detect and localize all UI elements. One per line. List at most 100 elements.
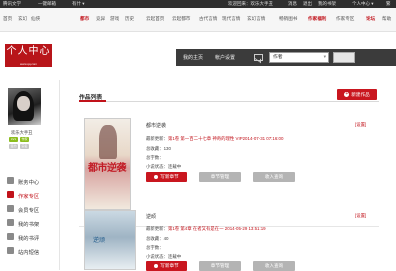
income-query-label: 收入查询 bbox=[264, 263, 284, 268]
search-type-value: 作者 bbox=[273, 55, 283, 60]
sidebar-item-label: 我的书架 bbox=[18, 222, 40, 228]
user-badges: LV1 作家 签约 实名 bbox=[8, 137, 53, 153]
total-favorites-value: 130 bbox=[163, 146, 171, 151]
nav-item-history[interactable]: 历史 bbox=[125, 16, 134, 22]
plus-icon: + bbox=[344, 91, 350, 98]
pen-icon bbox=[7, 191, 14, 198]
nav-item-help[interactable]: 帮助 bbox=[382, 16, 391, 22]
work-title[interactable]: 都市逆袭 bbox=[146, 122, 166, 129]
level-badge: LV1 bbox=[9, 137, 18, 142]
avatar-face bbox=[17, 96, 30, 111]
sidebar-item-finance[interactable]: 账务中心 bbox=[0, 175, 60, 187]
mail-icon bbox=[7, 247, 14, 254]
sidebar-item-vip[interactable]: 会员专区 bbox=[0, 203, 60, 215]
work-cover[interactable]: 都市逆袭 bbox=[84, 118, 131, 210]
nav-item-mystery[interactable]: 竞异 bbox=[96, 16, 105, 22]
total-favorites-value: 40 bbox=[163, 236, 169, 241]
sidebar-item-label: 我的书评 bbox=[18, 236, 40, 242]
nav-item-author-zone[interactable]: 作家专区 bbox=[336, 16, 354, 22]
chapter-manage-label: 章节管理 bbox=[210, 174, 230, 179]
dropdown-link[interactable]: 有什 ▾ bbox=[72, 0, 85, 8]
search-button[interactable] bbox=[333, 52, 355, 63]
pencil-icon bbox=[154, 263, 159, 268]
cover-title: 逆顽 bbox=[93, 237, 106, 244]
nav-item-bestsellers[interactable]: 畅销图书 bbox=[279, 16, 297, 22]
coin-icon bbox=[7, 177, 14, 184]
nav-item-forum[interactable]: 论坛 bbox=[366, 16, 375, 22]
vip-icon bbox=[7, 205, 14, 212]
nav-item-xianxia[interactable]: 仙侠 bbox=[31, 16, 40, 22]
nav-item-urban[interactable]: 都市 bbox=[80, 16, 89, 22]
envelope-icon[interactable] bbox=[254, 54, 263, 61]
traditional-toggle[interactable]: 繁 bbox=[386, 0, 391, 8]
work-cover[interactable]: 逆顽 bbox=[84, 210, 136, 270]
nav-item-author-benefits[interactable]: 作家福利 bbox=[308, 16, 326, 22]
work-settings-link[interactable]: [设置] bbox=[355, 213, 366, 219]
sidebar-item-author-zone[interactable]: 作家专区 bbox=[0, 189, 60, 201]
nav-item-modern-romance[interactable]: 现代言情 bbox=[222, 16, 240, 22]
verified-badge: 实名 bbox=[20, 144, 29, 149]
quick-login-link[interactable]: 一键邮箱 bbox=[38, 0, 56, 8]
nav-item-home[interactable]: 首页 bbox=[3, 16, 12, 22]
new-work-button[interactable]: + 新建作品 bbox=[337, 89, 377, 100]
header-dark-bar: 我的主页 帐户设置 作者 ▾ bbox=[176, 49, 396, 66]
personal-center-menu[interactable]: 个人中心 ▾ bbox=[352, 0, 374, 8]
write-chapter-label: 写新章节 bbox=[160, 263, 179, 268]
status-label: 小说状态： bbox=[146, 164, 168, 169]
bookshelf-link[interactable]: 我的书架 bbox=[318, 0, 336, 8]
total-words-row: 总字数： bbox=[146, 245, 164, 251]
new-work-label: 新建作品 bbox=[351, 92, 370, 97]
total-words-row: 总字数： bbox=[146, 155, 164, 161]
nav-item-fantasy-romance[interactable]: 玄幻言情 bbox=[247, 16, 265, 22]
status-value: 连载中 bbox=[167, 254, 182, 259]
work-settings-link[interactable]: [设置] bbox=[355, 122, 366, 128]
pencil-icon bbox=[154, 174, 159, 179]
book-icon bbox=[7, 219, 14, 226]
sidebar-item-bookshelf[interactable]: 我的书架 bbox=[0, 217, 60, 229]
logo-subtext: www.qq.com bbox=[19, 62, 37, 66]
write-chapter-label: 写新章节 bbox=[160, 174, 179, 179]
cover-title: 都市逆袭 bbox=[88, 163, 127, 174]
username: 欢乐大手丑 bbox=[11, 130, 33, 135]
sidebar-item-label: 账务中心 bbox=[18, 180, 40, 186]
latest-update-label: 最新更新： bbox=[146, 136, 168, 141]
chapter-manage-button[interactable]: 章节管理 bbox=[199, 172, 241, 182]
income-query-label: 收入查询 bbox=[264, 174, 284, 179]
sidebar-item-reviews[interactable]: 我的书评 bbox=[0, 231, 60, 243]
tab-account-settings[interactable]: 帐户设置 bbox=[215, 54, 235, 61]
logo-text: 个人中心 bbox=[6, 46, 51, 57]
status-value: 连载中 bbox=[167, 164, 182, 169]
nav-item-yunqi-home[interactable]: 云起首页 bbox=[146, 16, 164, 22]
personal-center-logo[interactable]: 个人中心 www.qq.com bbox=[5, 44, 52, 67]
latest-update-label: 最新更新： bbox=[146, 226, 168, 231]
chapter-manage-label: 章节管理 bbox=[210, 263, 230, 268]
work-title[interactable]: 逆顽 bbox=[146, 213, 156, 220]
avatar[interactable] bbox=[8, 88, 41, 125]
logout-link[interactable]: 退出 bbox=[303, 0, 312, 8]
messages-link[interactable]: 消息 bbox=[288, 0, 297, 8]
nav-item-yunqi-urban[interactable]: 云起都市 bbox=[172, 16, 190, 22]
latest-update-value[interactable]: 第1卷 第一百二十七章 神奇的理性 VIP2014-07-31 07:16:00 bbox=[168, 136, 283, 141]
latest-update-value[interactable]: 第1卷 第4章 在者又有是在一 2014-05-29 13:51:19 bbox=[168, 226, 266, 231]
section-title-divider bbox=[79, 100, 379, 102]
cover-figure bbox=[99, 125, 117, 159]
sidebar-item-messages[interactable]: 站内短信 bbox=[0, 245, 60, 257]
tab-my-home[interactable]: 我的主页 bbox=[183, 54, 203, 61]
income-query-button[interactable]: 收入查询 bbox=[253, 172, 295, 182]
author-badge: 作家 bbox=[20, 137, 29, 142]
chevron-down-icon: ▾ bbox=[323, 55, 326, 60]
sidebar-item-label: 作家专区 bbox=[18, 194, 40, 200]
status-label: 小说状态： bbox=[146, 254, 168, 259]
nav-item-game[interactable]: 游戏 bbox=[110, 16, 119, 22]
write-chapter-button[interactable]: 写新章节 bbox=[146, 172, 187, 182]
nav-item-ancient-romance[interactable]: 古代言情 bbox=[199, 16, 217, 22]
welcome-text: 欢迎回来：欢乐大手丑 bbox=[228, 1, 273, 6]
site-brand-link[interactable]: 腾讯文学 bbox=[3, 0, 21, 8]
main-navigation: 首页 玄幻 仙侠 都市 竞异 游戏 历史 云起首页 云起都市 古代言情 现代言情… bbox=[0, 8, 396, 32]
comment-icon bbox=[7, 233, 14, 240]
total-words-label: 总字数： bbox=[146, 155, 164, 160]
signed-badge: 签约 bbox=[9, 144, 18, 149]
search-type-select[interactable]: 作者 ▾ bbox=[269, 52, 329, 63]
nav-item-fantasy[interactable]: 玄幻 bbox=[18, 16, 27, 22]
status-row: 小说状态：连载中 bbox=[146, 164, 181, 170]
